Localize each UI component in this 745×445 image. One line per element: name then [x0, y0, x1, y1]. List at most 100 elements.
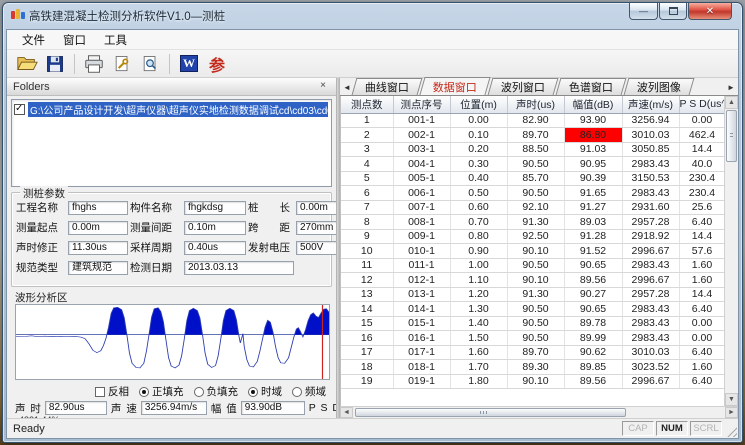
table-cell[interactable]: 6 [341, 186, 393, 201]
table-row[interactable]: 17017-11.6089.7090.623010.036.40 [341, 345, 725, 360]
table-cell[interactable]: 91.30 [507, 215, 564, 230]
vertical-scroll-thumb[interactable] [726, 110, 737, 162]
close-button[interactable]: ✕ [688, 3, 732, 20]
table-cell[interactable]: 90.65 [564, 258, 622, 273]
table-cell[interactable]: 19 [341, 374, 393, 389]
folders-list[interactable]: G:\公司产品设计开发\超声仪器\超声仪实地检测数据调试cd\cd03\cd03… [11, 99, 332, 187]
table-cell[interactable]: 1.60 [679, 360, 725, 375]
table-cell[interactable]: 90.50 [507, 258, 564, 273]
menu-file[interactable]: 文件 [13, 30, 54, 50]
table-cell[interactable]: 3050.85 [622, 142, 679, 157]
table-cell[interactable]: 1.70 [450, 360, 507, 375]
table-cell[interactable]: 0.40 [450, 171, 507, 186]
table-cell[interactable]: 1 [341, 113, 393, 128]
table-cell[interactable]: 14 [341, 302, 393, 317]
table-cell[interactable]: 92.50 [507, 229, 564, 244]
pile-length-field[interactable]: 0.00m [296, 201, 337, 215]
table-cell[interactable]: 2983.43 [622, 316, 679, 331]
col-header[interactable]: 声速(m/s) [622, 96, 679, 113]
project-name-field[interactable]: fhghs [68, 201, 128, 215]
table-cell[interactable]: 2957.28 [622, 215, 679, 230]
voltage-field[interactable]: 500V [296, 241, 337, 255]
table-cell[interactable]: 89.56 [564, 273, 622, 288]
table-row[interactable]: 14014-11.3090.5090.652983.436.40 [341, 302, 725, 317]
span-distance-field[interactable]: 270mm [296, 221, 337, 235]
table-cell[interactable]: 004-1 [393, 157, 450, 172]
tab-chromatogram-window[interactable]: 色谱窗口 [556, 78, 627, 95]
table-cell[interactable]: 1.40 [450, 316, 507, 331]
table-cell[interactable]: 1.60 [679, 273, 725, 288]
table-cell[interactable]: 90.27 [564, 287, 622, 302]
table-cell[interactable]: 89.70 [507, 128, 564, 143]
table-cell[interactable]: 40.0 [679, 157, 725, 172]
table-cell[interactable]: 018-1 [393, 360, 450, 375]
table-cell[interactable]: 91.52 [564, 244, 622, 259]
table-cell[interactable]: 1.30 [450, 302, 507, 317]
table-cell[interactable]: 1.00 [450, 258, 507, 273]
table-cell[interactable]: 0.60 [450, 200, 507, 215]
table-cell[interactable]: 1.10 [450, 273, 507, 288]
table-cell[interactable]: 1.60 [450, 345, 507, 360]
table-cell[interactable]: 91.03 [564, 142, 622, 157]
table-row[interactable]: 12012-11.1090.1089.562996.671.60 [341, 273, 725, 288]
scroll-left-icon[interactable]: ◄ [340, 407, 353, 418]
table-row[interactable]: 1001-10.0082.9093.903256.940.00 [341, 113, 725, 128]
table-row[interactable]: 7007-10.6092.1091.272931.6025.6 [341, 200, 725, 215]
table-row[interactable]: 16016-11.5090.5089.992983.430.00 [341, 331, 725, 346]
table-cell[interactable]: 91.28 [564, 229, 622, 244]
table-cell[interactable]: 11 [341, 258, 393, 273]
table-cell[interactable]: 6.40 [679, 215, 725, 230]
table-cell[interactable]: 85.70 [507, 171, 564, 186]
print-preview-icon[interactable] [137, 52, 163, 76]
table-cell[interactable]: 002-1 [393, 128, 450, 143]
col-header[interactable]: 声时(us) [507, 96, 564, 113]
table-cell[interactable]: 89.70 [507, 345, 564, 360]
table-cell[interactable]: 001-1 [393, 113, 450, 128]
table-cell[interactable]: 10 [341, 244, 393, 259]
table-cell[interactable]: 91.30 [507, 287, 564, 302]
scroll-down-icon[interactable]: ▼ [725, 393, 738, 406]
table-cell[interactable]: 2996.67 [622, 244, 679, 259]
table-cell[interactable]: 90.50 [507, 302, 564, 317]
table-cell[interactable]: 90.50 [507, 157, 564, 172]
table-cell[interactable]: 0.70 [450, 215, 507, 230]
table-cell[interactable]: 14.4 [679, 229, 725, 244]
menu-tools[interactable]: 工具 [95, 30, 136, 50]
table-cell[interactable]: 007-1 [393, 200, 450, 215]
table-cell[interactable]: 0.30 [450, 157, 507, 172]
table-cell[interactable]: 019-1 [393, 374, 450, 389]
table-cell[interactable]: 005-1 [393, 171, 450, 186]
table-cell[interactable]: 90.95 [564, 157, 622, 172]
table-cell[interactable]: 1.60 [679, 258, 725, 273]
amplitude-field[interactable]: 93.90dB [241, 401, 305, 415]
table-cell[interactable]: 015-1 [393, 316, 450, 331]
table-cell[interactable]: 006-1 [393, 186, 450, 201]
horizontal-scroll-thumb[interactable] [355, 408, 626, 417]
table-cell[interactable]: 6.40 [679, 345, 725, 360]
table-cell[interactable]: 0.00 [679, 331, 725, 346]
vertical-scrollbar[interactable]: ▲ ▼ [724, 96, 738, 406]
tab-wavetrain-window[interactable]: 波列窗口 [488, 78, 559, 95]
table-cell[interactable]: 14.4 [679, 287, 725, 302]
table-cell[interactable]: 462.4 [679, 128, 725, 143]
sample-period-field[interactable]: 0.40us [184, 241, 246, 255]
table-row[interactable]: 5005-10.4085.7090.393150.53230.4 [341, 171, 725, 186]
table-cell[interactable]: 011-1 [393, 258, 450, 273]
table-cell[interactable]: 88.50 [507, 142, 564, 157]
fill-negative-radio[interactable]: 负填充 [194, 384, 239, 399]
table-row[interactable]: 9009-10.8092.5091.282918.9214.4 [341, 229, 725, 244]
table-cell[interactable]: 90.65 [564, 302, 622, 317]
scroll-up-icon[interactable]: ▲ [725, 96, 738, 109]
measure-start-field[interactable]: 0.00m [68, 221, 128, 235]
table-cell[interactable]: 90.10 [507, 244, 564, 259]
table-cell[interactable]: 1.50 [450, 331, 507, 346]
table-cell[interactable]: 014-1 [393, 302, 450, 317]
table-cell[interactable]: 2918.92 [622, 229, 679, 244]
table-row[interactable]: 8008-10.7091.3089.032957.286.40 [341, 215, 725, 230]
table-cell[interactable]: 7 [341, 200, 393, 215]
table-cell[interactable]: 3010.03 [622, 345, 679, 360]
title-bar[interactable]: 高铁建混凝土检测分析软件V1.0—测桩 — ✕ [3, 3, 742, 27]
folder-checkbox[interactable] [14, 104, 25, 115]
sound-time-field[interactable]: 82.90us [45, 401, 107, 415]
table-cell[interactable]: 8 [341, 215, 393, 230]
